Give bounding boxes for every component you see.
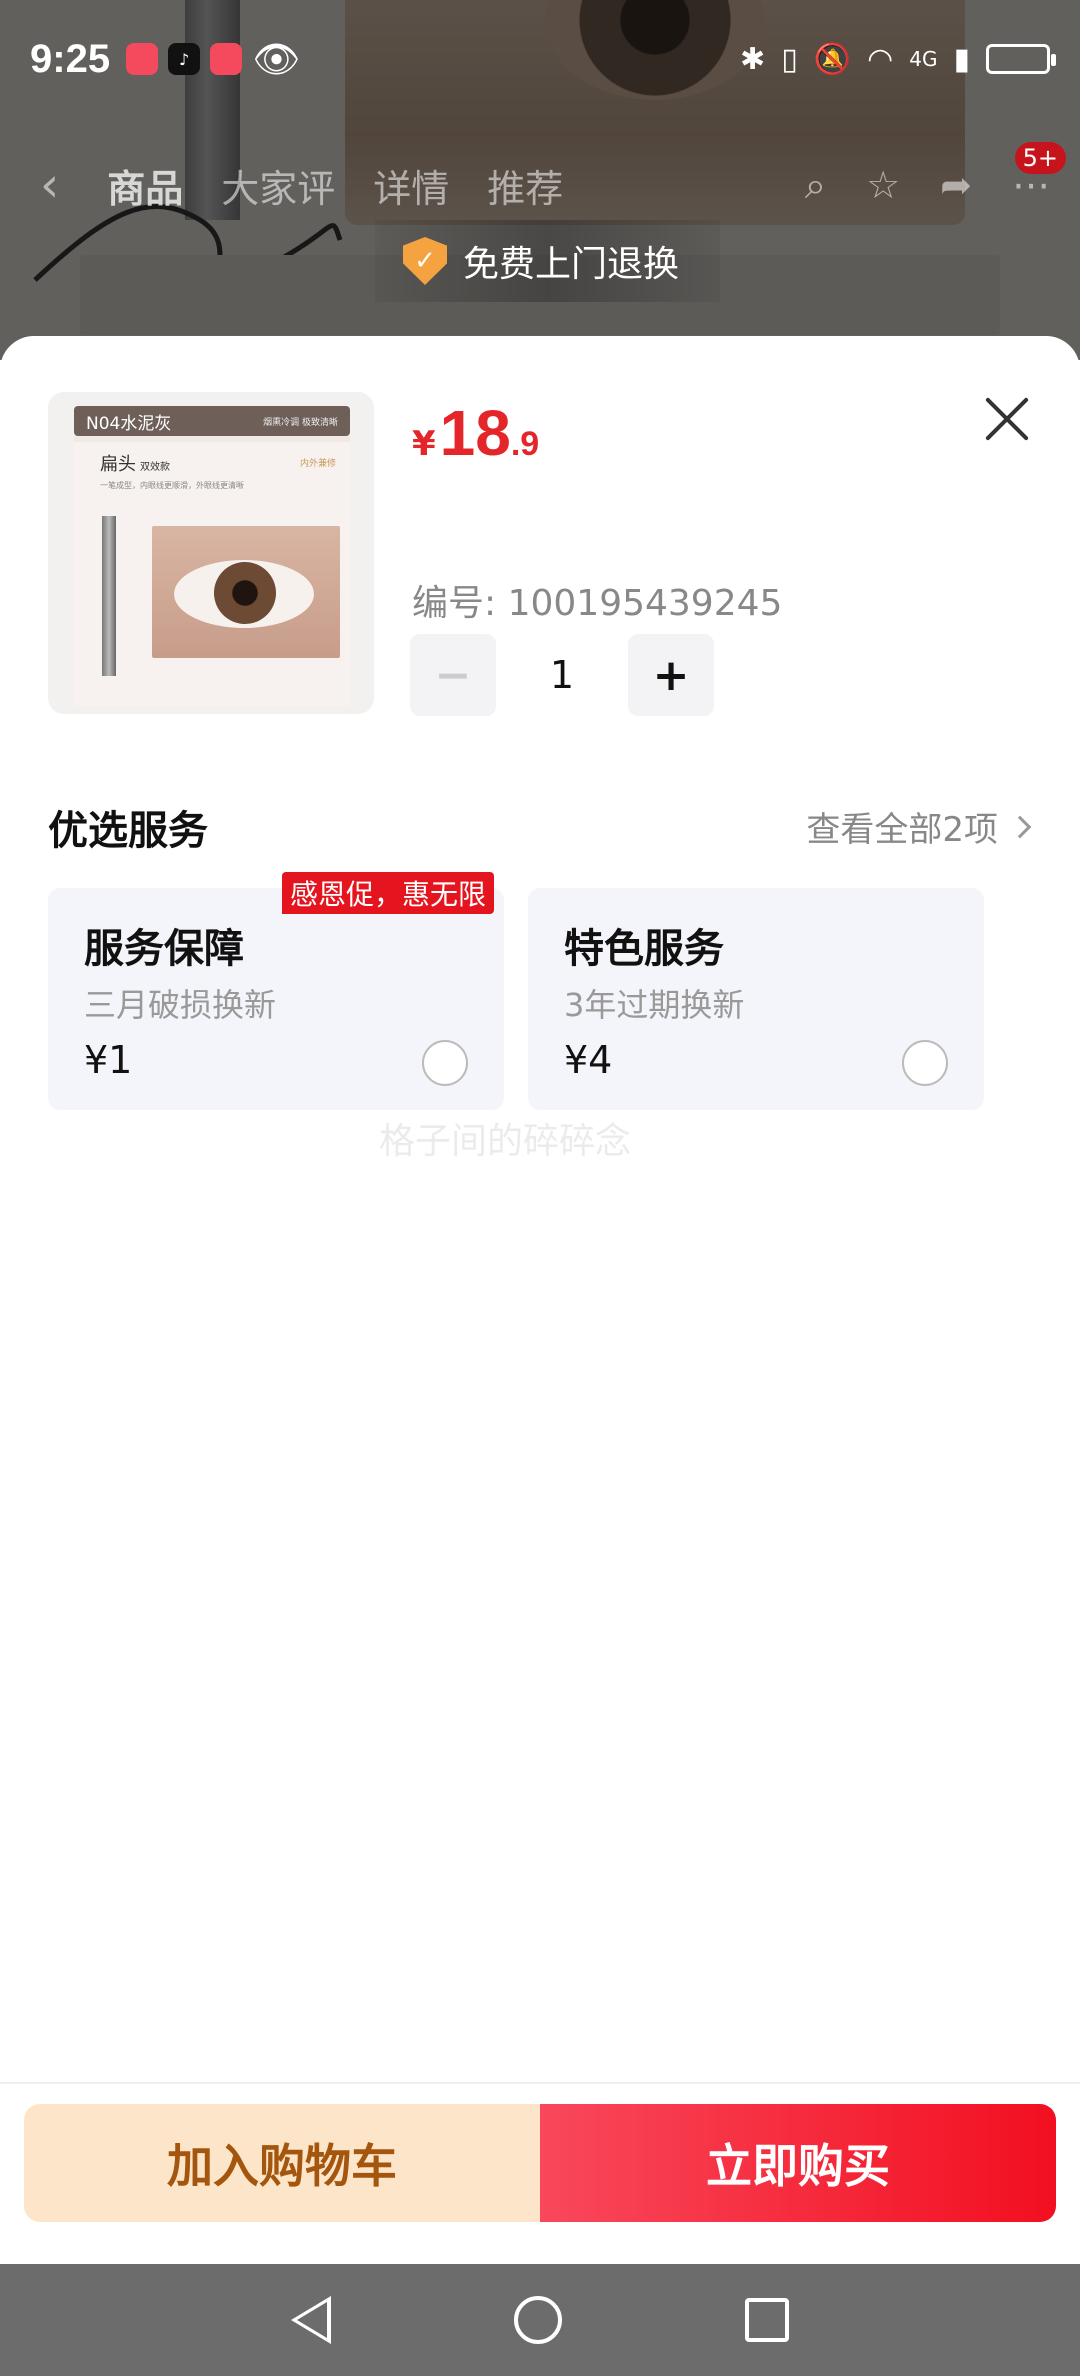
see-all-label: 查看全部2项 bbox=[806, 810, 998, 850]
app-notification-icon bbox=[126, 43, 159, 75]
thumbnail-corner-tag: 内外兼修 bbox=[299, 459, 336, 469]
service-desc: 3年过期换新 bbox=[564, 986, 745, 1024]
service-desc: 三月破损换新 bbox=[84, 986, 277, 1024]
services-title: 优选服务 bbox=[48, 808, 208, 854]
back-icon[interactable]: ‹ bbox=[40, 157, 59, 213]
product-code: 编号: 100195439245 bbox=[412, 583, 783, 624]
service-card-protection[interactable]: 服务保障 三月破损换新 ¥1 bbox=[48, 888, 504, 1110]
thumbnail-inner: 扁头 双效款 一笔成型，内眼线更顺滑，外眼线更清晰 内外兼修 bbox=[74, 442, 350, 706]
product-thumbnail[interactable]: N04水泥灰 烟熏冷调 极致清晰 扁头 双效款 一笔成型，内眼线更顺滑，外眼线更清… bbox=[48, 392, 374, 714]
thumbnail-head-title: 扁头 bbox=[100, 454, 136, 475]
service-price: ¥1 bbox=[84, 1038, 133, 1082]
status-bar: 9:25 ♪ 👁 ✱ ▯ 🔕 ◠ 4G ▮ bbox=[0, 0, 1080, 118]
promo-tag: 感恩促，惠无限 bbox=[282, 872, 495, 914]
share-icon[interactable]: ➦ bbox=[940, 163, 972, 207]
notification-badge: 5+ bbox=[1014, 142, 1066, 174]
watermark-text: 格子间的碎碎念 bbox=[378, 1121, 631, 1162]
eye-icon: 👁 bbox=[252, 36, 301, 81]
top-nav: ‹ 商品 大家评 详情 推荐 ⌕ ☆ ➦ ⋯ bbox=[0, 140, 1080, 230]
tab-details[interactable]: 详情 bbox=[373, 158, 449, 213]
search-icon[interactable]: ⌕ bbox=[805, 163, 826, 208]
service-radio[interactable] bbox=[902, 1040, 948, 1086]
system-back-icon[interactable] bbox=[291, 2296, 332, 2344]
quantity-value[interactable]: 1 bbox=[496, 653, 628, 697]
service-name: 服务保障 bbox=[84, 926, 244, 972]
tab-product[interactable]: 商品 bbox=[107, 158, 183, 213]
status-time: 9:25 bbox=[30, 36, 111, 81]
price-decimal: .9 bbox=[510, 425, 540, 463]
shield-check-icon: ✓ bbox=[403, 237, 447, 285]
return-text: 免费上门退换 bbox=[463, 244, 680, 285]
tab-recommend[interactable]: 推荐 bbox=[487, 158, 563, 213]
decrease-button[interactable]: − bbox=[410, 634, 496, 716]
service-name: 特色服务 bbox=[564, 926, 724, 972]
thumbnail-tiny-text: 一笔成型，内眼线更顺滑，外眼线更清晰 bbox=[100, 481, 244, 490]
sku-sheet: N04水泥灰 烟熏冷调 极致清晰 扁头 双效款 一笔成型，内眼线更顺滑，外眼线更清… bbox=[0, 336, 1080, 2264]
thumbnail-card: N04水泥灰 烟熏冷调 极致清晰 扁头 双效款 一笔成型，内眼线更顺滑，外眼线更清… bbox=[74, 406, 350, 706]
thumbnail-head-sub: 双效款 bbox=[140, 462, 170, 473]
star-icon[interactable]: ☆ bbox=[866, 163, 900, 207]
chevron-right-icon bbox=[1008, 815, 1032, 838]
battery-icon bbox=[986, 44, 1056, 74]
free-return-banner: ✓ 免费上门退换 bbox=[375, 220, 720, 302]
service-price: ¥4 bbox=[564, 1038, 613, 1082]
shade-label: N04水泥灰 bbox=[86, 413, 172, 434]
service-card-special[interactable]: 特色服务 3年过期换新 ¥4 bbox=[528, 888, 984, 1110]
product-sku-page: 9:25 ♪ 👁 ✱ ▯ 🔕 ◠ 4G ▮ ‹ 商品 大家评 详情 推荐 ⌕ ☆… bbox=[0, 0, 1080, 2376]
system-nav-bar bbox=[0, 2264, 1080, 2376]
signal-icon: ▮ bbox=[953, 41, 970, 77]
shade-sub-label: 烟熏冷调 极致清晰 bbox=[263, 417, 338, 428]
see-all-services-link[interactable]: 查看全部2项 bbox=[806, 802, 1032, 851]
vibrate-icon: ▯ bbox=[781, 41, 798, 77]
system-home-icon[interactable] bbox=[513, 2296, 562, 2344]
add-to-cart-button[interactable]: 加入购物车 bbox=[24, 2104, 540, 2222]
network-type: 4G bbox=[909, 47, 938, 71]
increase-button[interactable]: + bbox=[628, 634, 714, 716]
thumbnail-eye-photo bbox=[152, 526, 340, 658]
action-bar: 加入购物车 立即购买 bbox=[0, 2082, 1080, 2262]
thumbnail-label-row: N04水泥灰 烟熏冷调 极致清晰 bbox=[74, 406, 350, 436]
mute-icon: 🔕 bbox=[813, 41, 852, 77]
app-notification-icon-2 bbox=[210, 43, 243, 75]
service-radio[interactable] bbox=[422, 1040, 468, 1086]
price-currency: ¥ bbox=[412, 424, 436, 464]
tab-reviews[interactable]: 大家评 bbox=[221, 158, 335, 213]
buy-now-button[interactable]: 立即购买 bbox=[540, 2104, 1056, 2222]
wifi-icon: ◠ bbox=[867, 41, 894, 77]
thumbnail-pencil bbox=[102, 516, 116, 676]
tiktok-icon: ♪ bbox=[168, 43, 201, 75]
bluetooth-icon: ✱ bbox=[740, 41, 766, 77]
price: ¥ 18 .9 bbox=[412, 396, 539, 470]
quantity-stepper: − 1 + bbox=[410, 634, 714, 716]
close-icon[interactable] bbox=[975, 386, 1039, 450]
status-icons: ✱ ▯ 🔕 ◠ 4G ▮ bbox=[740, 41, 1056, 77]
system-recents-icon[interactable] bbox=[744, 2298, 789, 2342]
price-integer: 18 bbox=[439, 397, 511, 469]
